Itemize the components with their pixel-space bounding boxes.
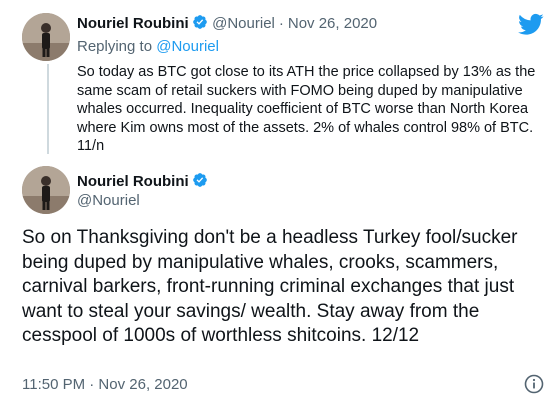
separator-dot: · — [278, 15, 284, 32]
verified-badge-icon — [192, 173, 207, 187]
verified-badge-icon — [192, 15, 207, 29]
author-name[interactable]: Nouriel Roubini — [77, 15, 189, 32]
author-handle[interactable]: @Nouriel — [212, 15, 275, 32]
replying-prefix: Replying to — [77, 38, 153, 55]
author-handle-row: @Nouriel — [77, 192, 140, 210]
avatar-image — [22, 166, 70, 214]
replying-to: Replying to @Nouriel — [77, 38, 219, 55]
avatar[interactable] — [22, 13, 70, 61]
thread-connector-line — [47, 64, 49, 154]
twitter-bird-icon[interactable] — [518, 13, 544, 35]
author-name[interactable]: Nouriel Roubini — [77, 173, 189, 190]
avatar[interactable] — [22, 166, 70, 214]
tweet-header: Nouriel Roubini — [77, 172, 208, 191]
author-handle[interactable]: @Nouriel — [77, 192, 140, 209]
avatar-image — [22, 13, 70, 61]
tweet-timestamp[interactable]: 11:50 PM · Nov 26, 2020 — [22, 376, 188, 393]
tweet-date[interactable]: Nov 26, 2020 — [288, 15, 377, 32]
info-icon[interactable] — [524, 374, 544, 394]
tweet-text: So today as BTC got close to its ATH the… — [77, 64, 536, 154]
tweet-header: Nouriel Roubini @Nouriel · Nov 26, 2020 — [77, 14, 377, 33]
reply-mention-link[interactable]: @Nouriel — [156, 38, 219, 55]
tweet-text: So on Thanksgiving don't be a headless T… — [22, 227, 518, 346]
